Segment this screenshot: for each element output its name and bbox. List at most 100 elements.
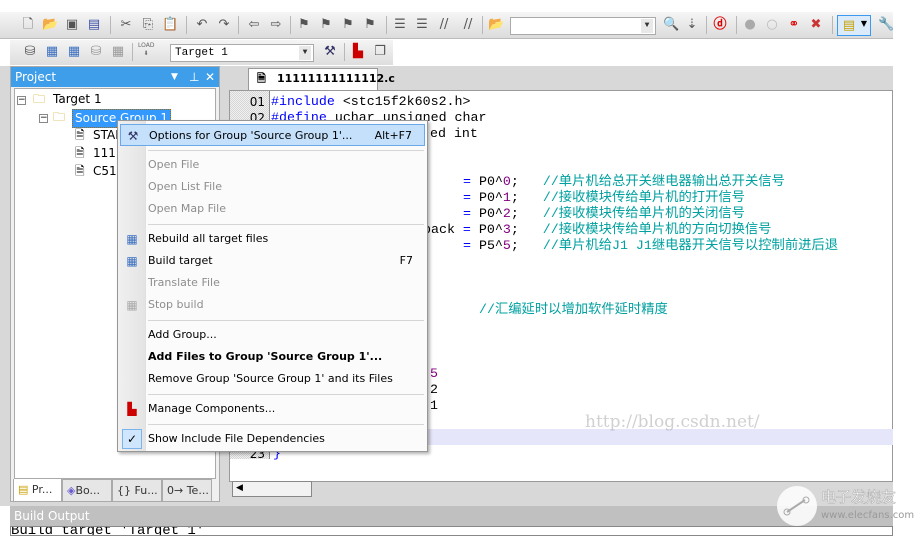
menu-item-rebuild[interactable]: ▦ Rebuild all target files [120,228,425,250]
multi-project-icon[interactable]: ❐ [372,44,388,60]
build-toolbar: ⛁ ▦ ▦ ⛁ ▦ LOAD ⬇ Target 1 ▼ ⚒ ▙ ❐ [10,40,393,65]
svg-text:www.elecfans.com: www.elecfans.com [821,510,914,521]
breakpoint-disable-all-icon[interactable]: ⚭ [786,17,802,33]
indent-icon[interactable]: ☰ [392,17,408,33]
menu-item-manage-components[interactable]: ▙ Manage Components... [120,398,425,420]
undo-icon[interactable]: ↶ [194,17,210,33]
project-icon: ▤ [18,483,29,496]
code-line-7: = P0^1; //接收模块传给单片机的打开信号 [463,190,745,205]
incremental-find-icon[interactable]: ⇣ [684,17,700,33]
menu-item-options-for-group[interactable]: ⚒ Options for Group 'Source Group 1'... Al… [120,124,425,146]
tab-functions[interactable]: {} Fu... [112,479,162,502]
copy-icon[interactable]: ⎘ [140,17,156,33]
c-file-icon: 🗎 [75,146,85,160]
unindent-icon[interactable]: ☰ [414,17,430,33]
chevron-down-icon: ▼ [860,19,867,28]
menu-item-open-map-file[interactable]: Open Map File [120,198,425,220]
nav-forward-icon[interactable]: ⇨ [268,17,284,33]
rebuild-icon[interactable]: ▦ [66,44,82,60]
menu-item-build-target[interactable]: ▦ Build target F7 [120,250,425,272]
stop-build-icon: ▦ [126,298,138,312]
context-menu: ⚒ Options for Group 'Source Group 1'... Al… [117,120,428,452]
line-number: 01 [249,95,265,109]
bookmark-clear-icon[interactable]: ⚑ [362,17,378,33]
watermark: http://blog.csdn.net/ [585,412,760,432]
code-line-14: //汇编延时以增加软件延时精度 [479,302,668,317]
redo-icon[interactable]: ↷ [216,17,232,33]
code-line-21: 1 [430,398,438,413]
logo-icon: 电子发烧友 www.elecfans.com [777,486,914,526]
menu-item-show-include-deps[interactable]: ✓ Show Include File Dependencies [120,428,425,450]
tree-item-target[interactable]: Target 1 [53,91,102,108]
bookmark-icon[interactable]: ⚑ [296,17,312,33]
collapse-icon[interactable]: − [39,114,48,123]
target-icon: 🗀 [33,92,46,106]
chevron-down-icon[interactable]: ▼ [299,46,311,60]
find-combo[interactable]: ▼ [510,17,656,35]
menu-item-open-list-file[interactable]: Open List File [120,176,425,198]
c-file-icon: 🗎 [75,164,85,178]
project-tabs: ▤ Pr... ◈Bo... {} Fu... 0→ Te... [11,479,219,503]
menu-item-remove-group[interactable]: Remove Group 'Source Group 1' and its Fi… [120,368,425,390]
configure-icon[interactable]: 🔧 [878,17,894,33]
comment-icon[interactable]: // [436,17,452,33]
stop-build-icon[interactable]: ▦ [110,44,126,60]
folder-icon: 🗀 [53,110,66,124]
tab-books[interactable]: ◈Bo... [62,479,112,502]
editor-tab[interactable]: 🗎 11111111111112.c [248,68,395,90]
collapse-icon[interactable]: − [17,96,26,105]
code-line-20: 2 [430,382,438,397]
code-line-3: ed int [430,126,478,141]
window-layout-button[interactable]: ▤ ▼ [837,15,871,36]
code-line-19: 5 [430,366,438,381]
code-line-8: = P0^2; //接收模块传给单片机的关闭信号 [463,206,745,221]
bookmark-next-icon[interactable]: ⚑ [340,17,356,33]
chevron-down-icon[interactable]: ▼ [641,19,653,33]
build-output-header: Build Output [10,506,893,526]
dropdown-icon[interactable]: ▼ [171,67,178,87]
debug-start-icon[interactable]: ⓓ [712,17,728,33]
checkmark-icon: ✓ [122,429,142,449]
c-file-icon: 🗎 [257,72,266,85]
breakpoint-kill-all-icon[interactable]: ✖ [808,17,824,33]
scroll-left-icon[interactable]: ◀ [236,483,243,493]
pin-icon[interactable]: ⊥ [189,67,199,87]
paste-icon[interactable]: 📋 [162,17,178,33]
menu-item-add-files[interactable]: Add Files to Group 'Source Group 1'... [120,346,425,368]
c-file-icon: 🗎 [75,128,85,142]
menu-item-open-file[interactable]: Open File [120,154,425,176]
cut-icon[interactable]: ✂ [118,17,134,33]
target-select[interactable]: Target 1 ▼ [170,44,314,62]
batch-build-icon[interactable]: ⛁ [88,44,104,60]
nav-back-icon[interactable]: ⇦ [246,17,262,33]
manage-components-icon[interactable]: ▙ [350,44,366,60]
code-line-1: #include <stc15f2k60s2.h> [271,94,471,109]
save-icon[interactable]: ▣ [64,17,80,33]
breakpoint-disable-icon[interactable]: ○ [764,17,780,33]
uncomment-icon[interactable]: // [460,17,476,33]
bookmark-prev-icon[interactable]: ⚑ [318,17,334,33]
save-all-icon[interactable]: ▤ [86,17,102,33]
new-file-icon[interactable]: 🗋 [20,17,36,33]
breakpoint-icon[interactable]: ● [742,17,758,33]
manage-components-icon: ▙ [127,402,137,416]
project-panel-header: Project ▼ ⊥ ✕ [11,67,219,87]
open-folder-icon[interactable]: 📂 [42,17,58,33]
tab-project[interactable]: ▤ Pr... [13,479,62,502]
build-output-text: Build target 'Target 1' [11,526,205,536]
menu-item-add-group[interactable]: Add Group... [120,324,425,346]
build-icon[interactable]: ▦ [44,44,60,60]
target-options-icon[interactable]: ⚒ [322,44,338,60]
main-toolbar: 🗋 📂 ▣ ▤ ✂ ⎘ 📋 ↶ ↷ ⇦ ⇨ ⚑ ⚑ ⚑ ⚑ ☰ ☰ // // … [0,12,894,39]
build-icon: ▦ [126,254,138,268]
horizontal-scrollbar[interactable]: ◀ [232,481,312,497]
find-in-files-icon[interactable]: 📂 [488,17,504,33]
menu-item-translate-file[interactable]: Translate File [120,272,425,294]
close-icon[interactable]: ✕ [205,67,215,87]
find-icon[interactable]: 🔍 [663,17,679,33]
elecfans-logo: 电子发烧友 www.elecfans.com [775,478,915,528]
menu-item-stop-build[interactable]: ▦ Stop build [120,294,425,316]
tab-templates[interactable]: 0→ Te... [162,479,212,502]
translate-icon[interactable]: ⛁ [22,44,38,60]
load-icon[interactable]: LOAD ⬇ [138,42,154,58]
